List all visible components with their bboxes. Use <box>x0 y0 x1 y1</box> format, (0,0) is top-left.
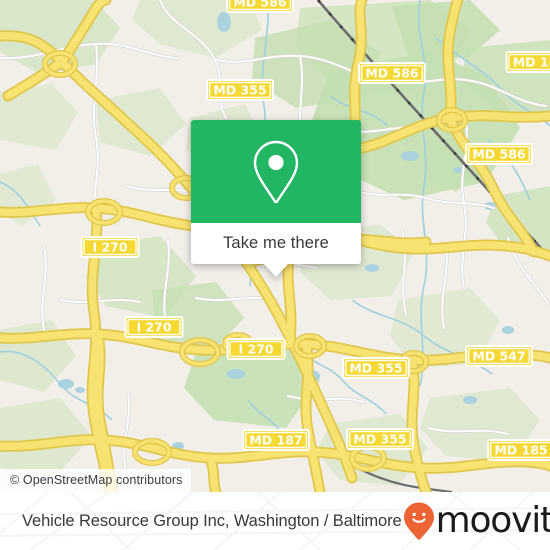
road-shield-label: MD 586 <box>365 66 419 81</box>
road-shield: I 270 <box>124 316 184 338</box>
road-shield-label: I 270 <box>136 320 171 335</box>
osm-attribution: © OpenStreetMap contributors <box>0 469 191 492</box>
take-me-there-label: Take me there <box>223 234 329 252</box>
road-shield-label: MD 355 <box>353 432 406 447</box>
road-shield: MD 18 <box>505 51 550 73</box>
location-callout-card[interactable]: Take me there <box>191 120 361 277</box>
road-shield: MD 547 <box>465 345 533 367</box>
road-shield: MD 355 <box>342 357 410 379</box>
moovit-wordmark: moovit <box>435 500 550 541</box>
road-shield-label: MD 586 <box>233 0 287 10</box>
callout-action-area[interactable]: Take me there <box>191 223 361 277</box>
road-shield-label: MD 187 <box>249 433 302 448</box>
road-shield: I 270 <box>80 236 140 258</box>
road-shield: MD 355 <box>206 79 274 101</box>
road-shield-label: I 270 <box>238 342 273 357</box>
road-shield: MD 586 <box>465 143 533 165</box>
road-shield: MD 355 <box>346 428 414 450</box>
moovit-map-screenshot: MD 586 MD 355 MD 586 MD 18 MD 586 I 270 I 270 I… <box>0 0 550 550</box>
road-shield: MD 586 <box>226 0 294 13</box>
moovit-brand: moovit <box>402 501 550 541</box>
place-title: Vehicle Resource Group Inc, Washington /… <box>22 511 402 530</box>
smiling-pin-icon <box>403 502 434 540</box>
road-shield-label: I 270 <box>92 240 127 255</box>
map-pin-icon <box>253 140 299 203</box>
road-shield: MD 185 <box>487 439 550 461</box>
road-shield-label: MD 586 <box>472 147 526 162</box>
footer-bar: Vehicle Resource Group Inc, Washington /… <box>0 492 550 550</box>
road-shield-label: MD 355 <box>213 83 266 98</box>
road-shield-label: MD 185 <box>494 443 547 458</box>
road-shield-label: MD 547 <box>472 349 525 364</box>
callout-icon-area <box>191 120 361 223</box>
callout-pointer <box>264 264 288 277</box>
road-shield: MD 586 <box>358 62 426 84</box>
road-shield-label: MD 355 <box>349 361 402 376</box>
road-shield-label: MD 18 <box>513 55 550 70</box>
road-shield: MD 187 <box>242 429 310 451</box>
road-shield: I 270 <box>226 338 286 360</box>
